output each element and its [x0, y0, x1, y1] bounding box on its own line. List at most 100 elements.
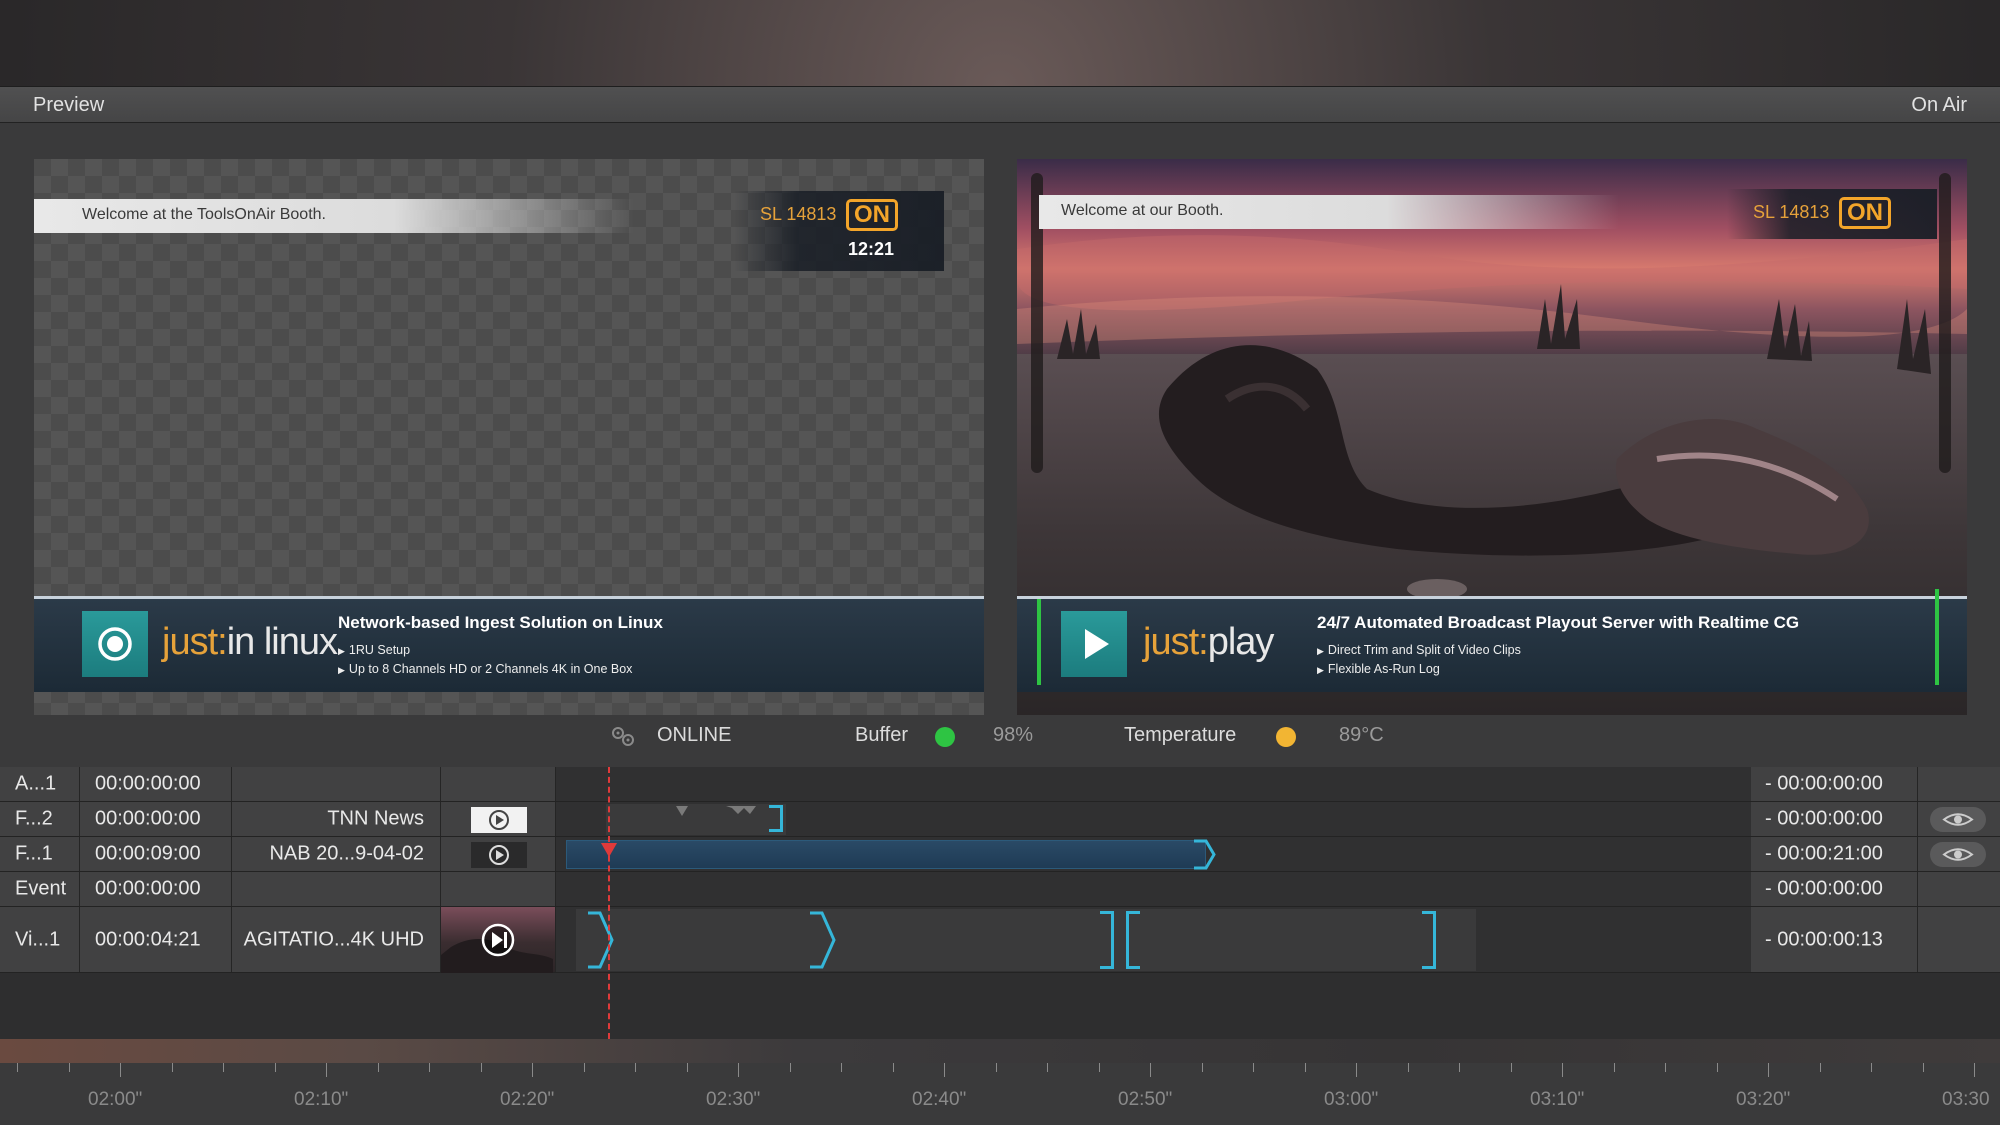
eye-icon: [1942, 848, 1974, 861]
play-pause-icon: [441, 923, 553, 973]
brand-just: just:: [162, 621, 228, 663]
clock: 12:21: [848, 239, 895, 259]
clip-end-marker[interactable]: [1192, 839, 1216, 870]
track-time: 00:00:00:00: [95, 772, 201, 795]
track-row[interactable]: Event 00:00:00:00 - 00:00:00:00: [0, 872, 2000, 907]
ruler-tick: [17, 1063, 18, 1072]
thumbnail[interactable]: [441, 907, 556, 973]
track-time: 00:00:04:21: [95, 928, 201, 950]
track-remaining: - 00:00:00:00: [1765, 877, 1883, 900]
track-remaining: - 00:00:00:00: [1765, 772, 1883, 795]
ruler-tick: [480, 1063, 482, 1072]
ruler-label: 02:10": [294, 1089, 349, 1110]
preview-title: Preview: [33, 94, 105, 116]
track-name: F...1: [15, 842, 53, 865]
ruler-tick: [1510, 1063, 1512, 1072]
ruler-tick: [686, 1063, 688, 1072]
ruler-tick: [223, 1063, 224, 1072]
ruler-tick: [68, 1063, 70, 1072]
track-lane[interactable]: [556, 837, 1751, 871]
ruler-tick: [274, 1063, 276, 1072]
ruler-tick: [1613, 1063, 1615, 1072]
clip[interactable]: [576, 909, 1476, 971]
ruler-tick: [1047, 1063, 1048, 1072]
ruler-tick: [1974, 1063, 1975, 1077]
track-lane[interactable]: [556, 767, 1751, 801]
ruler-tick: [326, 1063, 327, 1077]
track-name: A...1: [15, 772, 57, 795]
track-row[interactable]: F...2 00:00:00:00 TNN News - 00:00:00:00: [0, 802, 2000, 837]
lower-third-bullet: Flexible As-Run Log: [1317, 662, 1440, 676]
lower-third-headline: Network-based Ingest Solution on Linux: [338, 613, 663, 632]
ruler-tick: [171, 1063, 173, 1072]
ruler-label: 02:20": [500, 1089, 555, 1110]
playhead[interactable]: [608, 767, 610, 1039]
ruler-tick: [1768, 1063, 1769, 1077]
eye-icon: [1942, 813, 1974, 826]
lower-third-headline: 24/7 Automated Broadcast Playout Server …: [1317, 613, 1800, 632]
ruler-tick: [1562, 1063, 1563, 1077]
timeline[interactable]: A...1 00:00:00:00 - 00:00:00:00 F...2 00…: [0, 767, 2000, 1039]
buffer-value: 98%: [993, 724, 1034, 746]
track-lane[interactable]: [556, 802, 1751, 836]
ruler-tick: [635, 1063, 636, 1072]
buffer-label: Buffer: [855, 724, 908, 746]
play-icon: [1061, 611, 1127, 677]
thumbnail[interactable]: [471, 807, 527, 833]
ruler-label: 03:20": [1736, 1089, 1791, 1110]
brand-logo: just:play: [1143, 621, 1274, 664]
record-icon: [82, 611, 148, 677]
time-ruler[interactable]: 02:00" 02:10" 02:20" 02:30" 02:40" 02:50" 03:0…: [0, 1063, 2000, 1125]
ruler-tick: [1871, 1063, 1872, 1072]
track-lane[interactable]: [556, 907, 1751, 972]
track-row[interactable]: A...1 00:00:00:00 - 00:00:00:00: [0, 767, 2000, 802]
preview-monitor[interactable]: Welcome at the ToolsOnAir Booth. SL 1481…: [34, 159, 984, 715]
clip-split-marker[interactable]: [808, 911, 844, 969]
ruler-tick: [1356, 1063, 1357, 1077]
brand-just: just:: [1143, 621, 1209, 663]
lower-third-bullet: Up to 8 Channels HD or 2 Channels 4K in …: [338, 662, 633, 676]
clip-out-point[interactable]: [769, 805, 783, 832]
station-logo-box: SL 14813 ON 12:21: [734, 191, 944, 271]
ruler-tick: [583, 1063, 585, 1072]
clip-split-out[interactable]: [1100, 911, 1114, 969]
thumbnail[interactable]: [471, 842, 527, 868]
clip-out-point[interactable]: [1422, 911, 1436, 969]
play-icon: [489, 845, 509, 865]
ruler-tick: [532, 1063, 533, 1077]
online-status: ONLINE: [657, 724, 732, 746]
track-lane[interactable]: [556, 872, 1751, 906]
clip[interactable]: [566, 840, 1206, 869]
track-row[interactable]: Vi...1 00:00:04:21 AGITATIO...4K UHD - 0…: [0, 907, 2000, 973]
title-bar: Preview On Air: [0, 87, 2000, 123]
ruler-tick: [1098, 1063, 1100, 1072]
playhead-marker-icon[interactable]: [601, 843, 617, 857]
ruler-tick: [1304, 1063, 1306, 1072]
visibility-toggle[interactable]: [1930, 807, 1986, 832]
track-time: 00:00:00:00: [95, 807, 201, 830]
ruler-label: 02:00": [88, 1089, 143, 1110]
brand-logo: just:in linux: [162, 621, 338, 664]
ruler-tick: [789, 1063, 791, 1072]
level-meter: [1037, 599, 1041, 685]
ruler-tick: [429, 1063, 430, 1072]
welcome-bar: Welcome at our Booth.: [1039, 195, 1619, 229]
ruler-tick: [892, 1063, 894, 1072]
ruler-label: 02:40": [912, 1089, 967, 1110]
ruler-tick: [120, 1063, 121, 1077]
onair-monitor[interactable]: Welcome at our Booth. SL 14813 ON just:p…: [1017, 159, 1967, 715]
track-name: F...2: [15, 807, 53, 830]
station-logo-box: SL 14813 ON: [1727, 189, 1937, 239]
ruler-tick: [1922, 1063, 1924, 1072]
ruler-tick: [995, 1063, 997, 1072]
brand-product: in linux: [226, 621, 338, 663]
track-row[interactable]: F...1 00:00:09:00 NAB 20...9-04-02 - 00:…: [0, 837, 2000, 872]
status-bar: ONLINE Buffer 98% Temperature 89°C: [0, 717, 2000, 753]
ruler-tick: [1819, 1063, 1821, 1072]
ruler-tick: [1716, 1063, 1718, 1072]
clip-in-marker[interactable]: [586, 911, 622, 969]
ruler-label: 02:30": [706, 1089, 761, 1110]
clip-split-in[interactable]: [1126, 911, 1140, 969]
visibility-toggle[interactable]: [1930, 842, 1986, 867]
lower-third: just:play 24/7 Automated Broadcast Playo…: [1017, 589, 1967, 692]
